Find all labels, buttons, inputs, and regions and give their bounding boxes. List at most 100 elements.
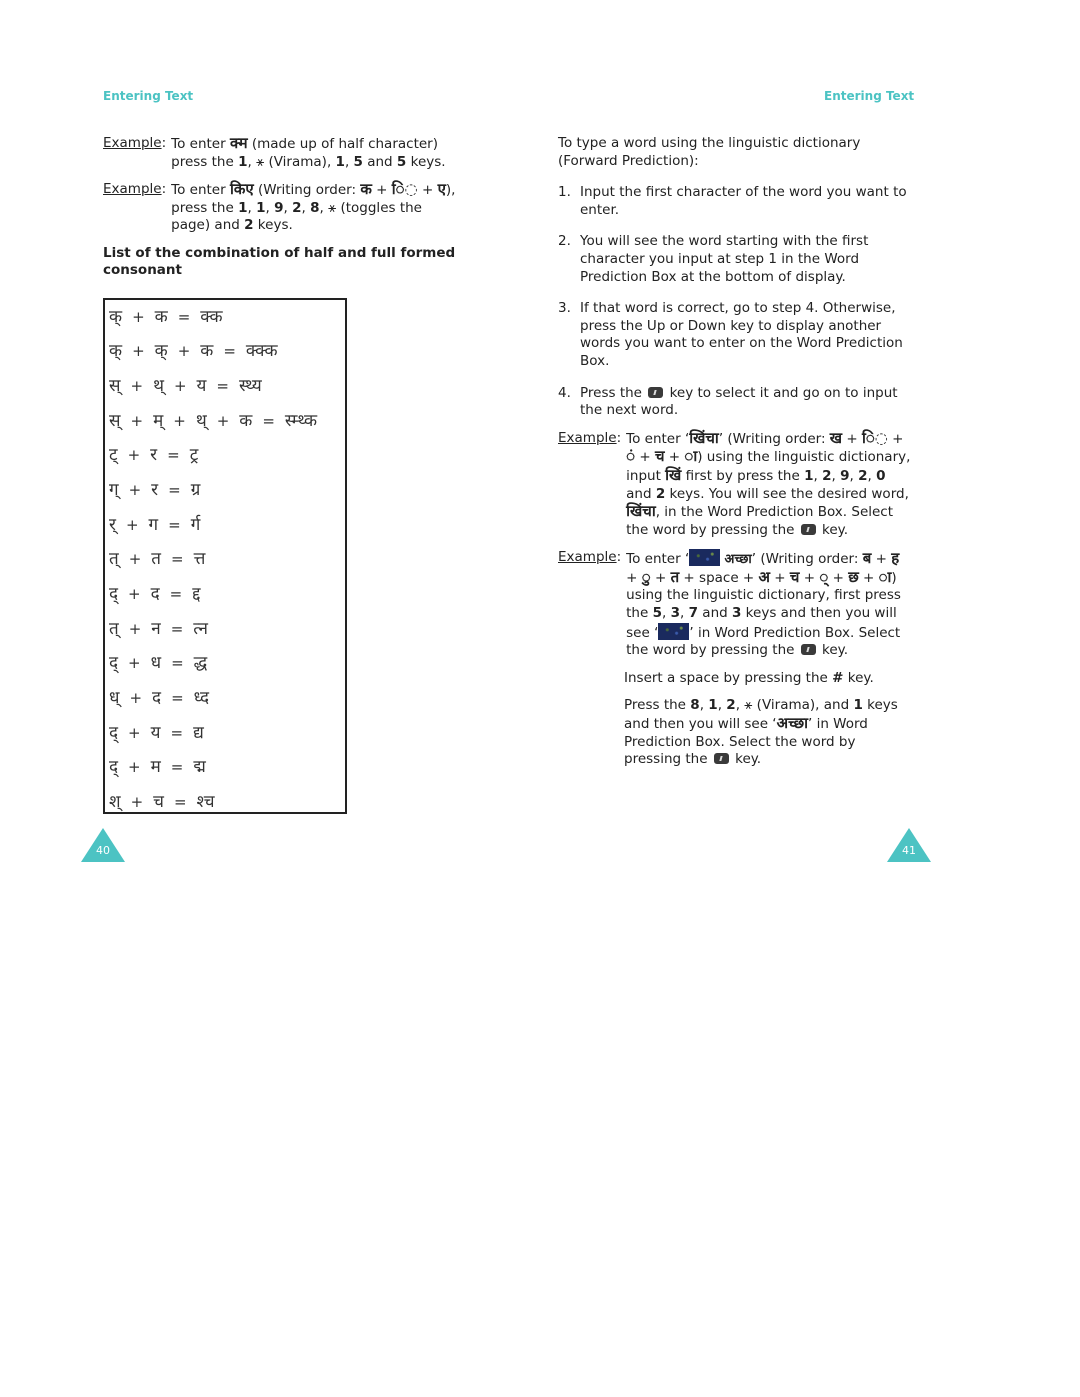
plus-sign: +	[130, 793, 144, 812]
half-consonant: न	[151, 618, 161, 639]
combination-row: क् + क = क्क	[109, 300, 345, 335]
plus-sign: +	[128, 480, 142, 499]
half-consonant: त	[151, 549, 161, 570]
list-item: 3. If that word is correct, go to step 4…	[558, 300, 903, 369]
select-key-icon	[713, 753, 729, 765]
half-consonant: द	[152, 688, 162, 709]
combined-consonant: ट्र	[189, 445, 199, 466]
half-consonant: ग्	[109, 479, 119, 500]
combined-consonant: द्य	[193, 722, 204, 743]
half-consonant: थ्	[195, 410, 207, 431]
combination-row: द् + म = द्म	[109, 751, 345, 786]
plus-sign: +	[125, 515, 139, 534]
half-consonant: क्	[154, 341, 168, 362]
equals-sign: =	[167, 446, 180, 465]
combination-row: क् + क् + क = क्क्क	[109, 335, 345, 370]
example-kiye: Example: To enter किए (Writing order: क …	[103, 180, 463, 235]
combination-row: त् + न = त्न	[109, 612, 345, 647]
half-consonant: द्	[109, 653, 119, 674]
plus-sign: +	[173, 376, 187, 395]
equals-sign: =	[173, 793, 187, 812]
equals-sign: =	[171, 689, 184, 708]
example-body: To enter किए (Writing order: क + ि◌ + ए)…	[171, 180, 456, 234]
combined-consonant: ग्र	[190, 479, 201, 500]
half-consonant: क	[154, 306, 168, 327]
example-body: To enter क्म (made up of half character)…	[171, 134, 446, 170]
equals-sign: =	[168, 515, 181, 534]
consonant-combination-table: क् + क = क्क क् + क् + क = क्क्क स् + थ् + य = स्थ्य स् + म् +…	[103, 298, 347, 814]
devanagari-word: अच्छा	[776, 714, 808, 733]
final-note: Press the 8, 1, 2, ⚹ (Virama), and 1 key…	[624, 697, 898, 768]
equals-sign: =	[168, 480, 181, 499]
plus-sign: +	[130, 376, 144, 395]
plus-sign: +	[216, 411, 230, 430]
plus-sign: +	[173, 411, 186, 430]
left-page-content: Example: To enter क्म (made up of half c…	[103, 134, 463, 280]
combined-consonant: स्म्थ्क	[284, 410, 318, 431]
half-consonant: क	[200, 341, 214, 362]
half-consonant: स्	[109, 410, 121, 431]
half-consonant: थ्	[153, 375, 164, 396]
running-head-left: Entering Text	[103, 89, 194, 103]
equals-sign: =	[262, 411, 275, 430]
plus-sign: +	[128, 585, 141, 604]
plus-sign: +	[127, 446, 141, 465]
half-consonant: त्	[109, 549, 119, 570]
half-consonant: ट्	[109, 445, 118, 466]
half-consonant: म	[150, 757, 161, 778]
list-item: 1. Input the first character of the word…	[558, 184, 907, 218]
half-consonant: क्	[109, 341, 123, 362]
combined-consonant: त्त	[193, 549, 206, 570]
select-key-icon	[800, 523, 816, 535]
half-consonant: श्	[109, 792, 121, 813]
equals-sign: =	[177, 307, 191, 326]
combination-row: द् + य = द्य	[109, 716, 345, 751]
example-khincha: Example: To enter ‘खिंचा’ (Writing order…	[558, 429, 913, 540]
combined-consonant: द्म	[193, 757, 206, 778]
devanagari-word: अच्छा	[724, 552, 752, 568]
combined-consonant: ध्द	[193, 688, 210, 709]
example-half-character: Example: To enter क्म (made up of half c…	[103, 134, 463, 171]
running-head-right: Entering Text	[824, 89, 915, 103]
star-key-icon: ⚹	[256, 153, 265, 170]
plus-sign: +	[129, 689, 143, 708]
combination-row: ध् + द = ध्द	[109, 682, 345, 717]
key-label: 5	[353, 153, 363, 170]
combined-consonant: द्ध	[193, 653, 208, 674]
plus-sign: +	[128, 619, 142, 638]
example-body: To enter ‘ अच्छा’ (Writing order: ब + ह …	[626, 549, 901, 659]
combination-row: श् + च = श्च	[109, 786, 345, 821]
half-consonant: म्	[153, 410, 164, 431]
combined-consonant: द्द	[192, 584, 201, 605]
space-note: Insert a space by pressing the # key.	[624, 669, 874, 686]
example-achchha: Example: To enter ‘ अच्छा’ (Writing orde…	[558, 549, 913, 660]
equals-sign: =	[170, 758, 184, 777]
plus-sign: +	[128, 654, 141, 673]
hash-key-icon: #	[832, 669, 844, 686]
half-consonant: ग	[148, 514, 159, 535]
half-consonant: ध	[150, 653, 162, 674]
half-consonant: त्	[109, 618, 119, 639]
combined-consonant: त्न	[193, 618, 208, 639]
combined-consonant: क्क	[200, 306, 223, 327]
star-key-icon: ⚹	[328, 199, 337, 216]
equals-sign: =	[223, 342, 236, 361]
list-item: 4. Press the key to select it and go on …	[558, 384, 898, 419]
combination-list-heading: List of the combination of half and full…	[103, 244, 456, 279]
intro-text: To type a word using the linguistic dict…	[558, 135, 861, 169]
page-number-right: 41	[902, 844, 916, 857]
plus-sign: +	[130, 411, 144, 430]
plus-sign: +	[177, 342, 191, 361]
combination-row: ट् + र = ट्र	[109, 439, 345, 474]
half-consonant: र	[151, 479, 159, 500]
key-label: 5	[396, 153, 407, 170]
combination-row: ग् + र = ग्र	[109, 473, 345, 508]
half-consonant: द्	[109, 584, 119, 605]
plus-sign: +	[132, 307, 145, 326]
equals-sign: =	[170, 619, 184, 638]
plus-sign: +	[128, 550, 142, 569]
list-item: 2. You will see the word starting with t…	[558, 233, 869, 285]
devanagari-word: क्म	[229, 134, 248, 152]
half-consonant: द्	[109, 722, 119, 743]
half-consonant: य	[150, 722, 161, 743]
